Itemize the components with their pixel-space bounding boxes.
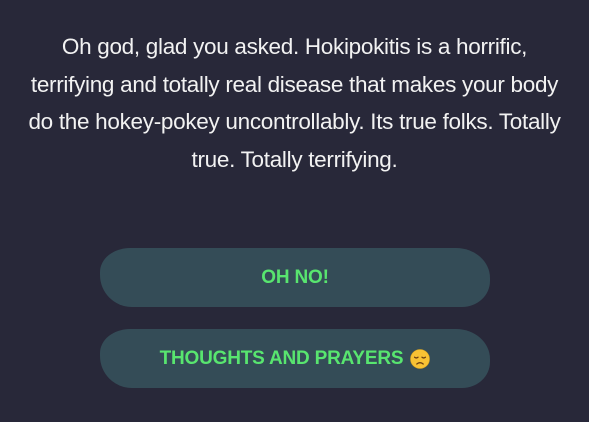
bot-message: Oh god, glad you asked. Hokipokitis is a… (28, 34, 561, 172)
oh-no-reply-button[interactable]: OH NO! (100, 248, 490, 307)
disappointed-face-icon (410, 348, 431, 369)
oh-no-reply-label: OH NO! (261, 266, 329, 288)
thoughts-and-prayers-reply-button[interactable]: THOUGHTS AND PRAYERS (100, 329, 490, 388)
thoughts-and-prayers-reply-label: THOUGHTS AND PRAYERS (159, 347, 404, 369)
